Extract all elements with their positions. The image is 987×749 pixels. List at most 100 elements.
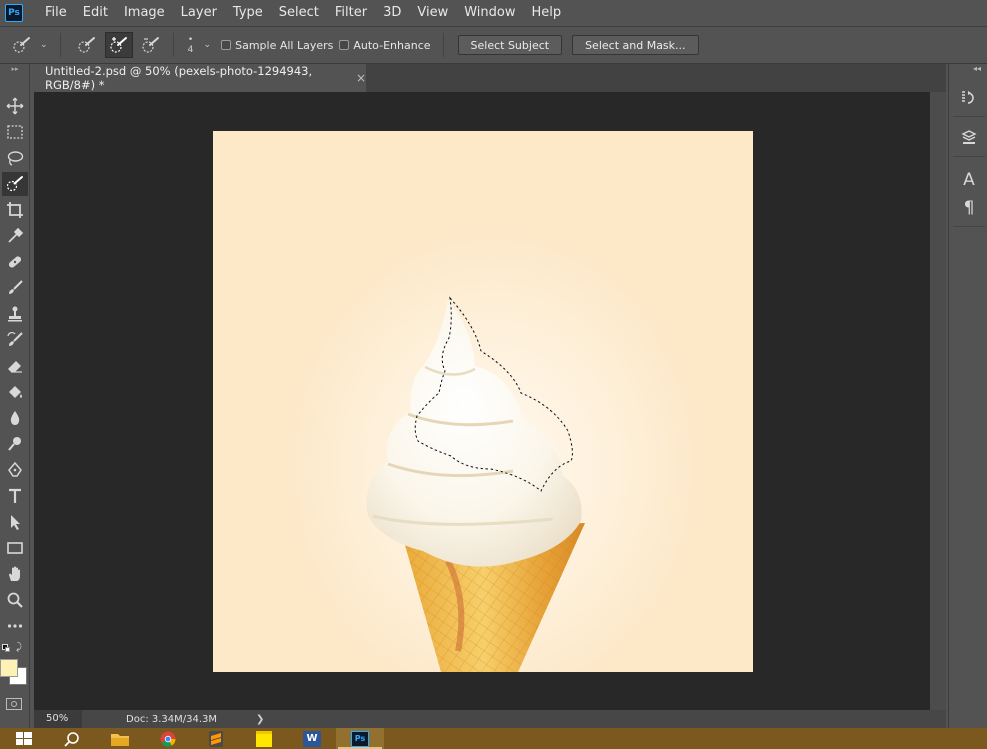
subtract-from-selection-button[interactable] (137, 32, 165, 58)
blur-tool[interactable] (2, 406, 28, 430)
rectangle-tool[interactable] (2, 536, 28, 560)
quick-mask-icon (11, 701, 17, 707)
quick-mask-button[interactable] (6, 698, 22, 710)
checkbox-icon[interactable] (221, 40, 232, 50)
menu-edit[interactable]: Edit (75, 0, 116, 26)
divider (172, 33, 174, 57)
photoshop-icon: Ps (351, 730, 369, 747)
menu-select[interactable]: Select (271, 0, 327, 26)
tool-preset-picker[interactable] (8, 32, 36, 58)
chevron-down-icon[interactable]: ⌄ (204, 40, 212, 50)
file-explorer-button[interactable] (96, 728, 144, 749)
default-colors-icon[interactable] (2, 644, 10, 652)
photoshop-icon-label: Ps (354, 734, 366, 743)
collapse-toolbar-icon[interactable]: ▸▸ (0, 64, 30, 74)
document-tab-title: Untitled-2.psd @ 50% (pexels-photo-12949… (45, 64, 313, 92)
word-button[interactable]: W (288, 728, 336, 749)
brush-tool[interactable] (2, 276, 28, 300)
move-tool[interactable] (2, 94, 28, 118)
character-icon: A (963, 170, 975, 190)
history-brush-tool[interactable] (2, 328, 28, 352)
document-image[interactable] (213, 131, 753, 672)
add-selection-icon (109, 37, 127, 53)
file-explorer-icon (111, 733, 129, 746)
sticky-notes-button[interactable] (240, 728, 288, 749)
path-selection-tool[interactable] (2, 510, 28, 534)
paragraph-panel-button[interactable]: ¶ (955, 196, 983, 220)
subtract-selection-icon (141, 37, 159, 53)
3d-panel-button[interactable] (955, 126, 983, 150)
menu-layer[interactable]: Layer (173, 0, 225, 26)
sublime-text-button[interactable] (192, 728, 240, 749)
type-tool[interactable] (2, 484, 28, 508)
checkbox-icon[interactable] (339, 40, 350, 50)
zoom-tool[interactable] (2, 588, 28, 612)
crop-icon (7, 202, 23, 218)
crop-tool[interactable] (2, 198, 28, 222)
sample-all-layers-checkbox[interactable]: Sample All Layers (221, 39, 333, 52)
tools-panel: ▸▸ ⤸ (0, 64, 30, 728)
select-subject-button[interactable]: Select Subject (457, 35, 563, 55)
menu-view[interactable]: View (409, 0, 456, 26)
new-selection-button[interactable] (73, 32, 101, 58)
hand-icon (9, 566, 20, 581)
menu-file[interactable]: File (37, 0, 75, 26)
dodge-tool[interactable] (2, 432, 28, 456)
vertical-scrollbar[interactable] (930, 92, 946, 710)
bucket-icon (9, 386, 22, 398)
swap-colors-icon[interactable]: ⤸ (16, 642, 22, 653)
hand-tool[interactable] (2, 562, 28, 586)
marquee-tool[interactable] (2, 120, 28, 144)
photoshop-taskbar-button[interactable]: Ps (336, 728, 384, 749)
paint-bucket-tool[interactable] (2, 380, 28, 404)
add-to-selection-button[interactable] (104, 32, 133, 58)
divider (442, 33, 444, 57)
menu-window[interactable]: Window (456, 0, 523, 26)
history-icon (962, 91, 974, 104)
menu-3d[interactable]: 3D (375, 0, 409, 26)
eraser-tool[interactable] (2, 354, 28, 378)
windows-start-icon (16, 731, 32, 745)
select-and-mask-button[interactable]: Select and Mask... (572, 35, 699, 55)
menu-help[interactable]: Help (524, 0, 570, 26)
start-button[interactable] (0, 728, 48, 749)
menu-list: File Edit Image Layer Type Select Filter… (37, 0, 569, 26)
chevron-down-icon[interactable]: ⌄ (40, 40, 48, 50)
menu-bar: Ps File Edit Image Layer Type Select Fil… (0, 0, 987, 26)
eyedropper-tool[interactable] (2, 224, 28, 248)
history-panel-button[interactable] (955, 86, 983, 110)
status-menu-arrow-icon[interactable]: ❯ (256, 714, 264, 725)
sample-all-layers-label: Sample All Layers (235, 38, 334, 52)
close-icon[interactable]: × (356, 71, 366, 85)
character-panel-button[interactable]: A (955, 168, 983, 192)
zoom-level-field[interactable]: 50% (34, 710, 82, 728)
quick-selection-icon (6, 176, 23, 192)
divider (953, 226, 985, 227)
menu-type[interactable]: Type (225, 0, 271, 26)
drop-icon (10, 411, 20, 425)
menu-filter[interactable]: Filter (327, 0, 375, 26)
clone-stamp-tool[interactable] (2, 302, 28, 326)
chrome-button[interactable] (144, 728, 192, 749)
healing-brush-tool[interactable] (2, 250, 28, 274)
edit-toolbar[interactable] (2, 614, 28, 638)
panel-dock: ◂◂ A ¶ (948, 64, 987, 728)
search-button[interactable] (48, 728, 96, 749)
auto-enhance-checkbox[interactable]: Auto-Enhance (339, 39, 431, 52)
stamp-icon (8, 306, 22, 322)
windows-taskbar: W Ps (0, 728, 987, 749)
quick-selection-tool[interactable] (2, 172, 28, 196)
lasso-tool[interactable] (2, 146, 28, 170)
word-icon-label: W (306, 733, 318, 744)
document-tab[interactable]: Untitled-2.psd @ 50% (pexels-photo-12949… (34, 64, 366, 92)
search-icon (64, 731, 79, 747)
brush-size-picker[interactable]: • 4 (182, 35, 200, 55)
sticky-notes-icon (256, 730, 272, 747)
foreground-color-swatch[interactable] (0, 659, 18, 677)
collapse-panels-icon[interactable]: ◂◂ (973, 64, 981, 73)
bandage-icon (8, 256, 22, 268)
quick-selection-icon (13, 37, 30, 53)
menu-image[interactable]: Image (116, 0, 173, 26)
eraser-icon (8, 361, 22, 373)
pen-tool[interactable] (2, 458, 28, 482)
